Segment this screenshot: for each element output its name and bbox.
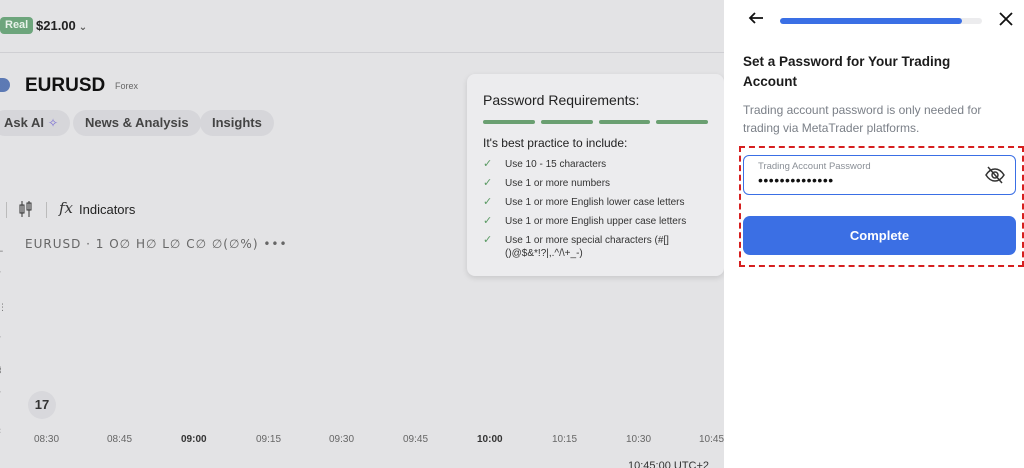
time-axis: 08:30 08:45 09:00 09:15 09:30 09:45 10:0… <box>0 428 724 448</box>
instrument-symbol: EURUSD <box>25 75 106 96</box>
time-tick: 10:45 <box>699 434 724 445</box>
requirements-subtitle: It's best practice to include: <box>483 136 628 150</box>
toolbar-divider <box>6 202 7 218</box>
ask-ai-label: Ask AI <box>4 115 44 130</box>
password-field[interactable]: Trading Account Password •••••••••••••• <box>743 155 1016 195</box>
insights-button[interactable]: Insights <box>200 110 274 136</box>
toolbar-divider <box>46 202 47 218</box>
requirements-list: ✓ Use 10 - 15 characters ✓ Use 1 or more n… <box>483 158 708 260</box>
requirements-title: Password Requirements: <box>483 92 640 108</box>
strength-bar <box>540 120 593 124</box>
chevron-down-icon: ⌄ <box>78 22 88 33</box>
utc-clock[interactable]: 10:45:00 UTC+2 <box>628 460 709 468</box>
check-icon: ✓ <box>483 158 493 170</box>
list-item: ✓ Use 10 - 15 characters <box>483 158 708 171</box>
list-item: ✓ Use 1 or more special characters (#[]()… <box>483 234 708 260</box>
time-tick: 08:45 <box>107 434 133 445</box>
account-balance[interactable]: $21.00 ⌄ <box>36 17 87 36</box>
trading-area: Real $21.00 ⌄ EURUSD Forex Ask AI ✧ News &… <box>0 0 724 468</box>
list-item: ✓ Use 1 or more English lower case letter… <box>483 196 708 209</box>
list-item: ✓ Use 1 or more English upper case letter… <box>483 215 708 228</box>
step-progress-bar <box>780 18 982 24</box>
ask-ai-button[interactable]: Ask AI ✧ <box>0 110 71 136</box>
indicators-button[interactable]: Indicators <box>79 202 135 217</box>
time-tick: 10:30 <box>626 434 652 445</box>
time-tick: 10:00 <box>477 434 503 445</box>
password-input[interactable]: •••••••••••••• <box>758 172 834 188</box>
close-icon[interactable] <box>999 10 1013 31</box>
check-icon: ✓ <box>483 234 493 246</box>
time-tick: 08:30 <box>34 434 60 445</box>
time-tick: 09:30 <box>329 434 355 445</box>
balance-value: $21.00 <box>36 18 76 33</box>
complete-button[interactable]: Complete <box>743 216 1016 255</box>
check-icon: ✓ <box>483 196 493 208</box>
candlestick-icon[interactable] <box>19 200 33 221</box>
page-description: Trading account password is only needed … <box>743 103 982 135</box>
time-tick: 09:45 <box>403 434 429 445</box>
news-analysis-button[interactable]: News & Analysis <box>73 110 201 136</box>
strength-bar <box>656 120 708 124</box>
requirement-text: Use 1 or more special characters (#[]()@… <box>505 235 669 259</box>
account-type-badge[interactable]: Real <box>0 17 34 34</box>
chart-toolbar: fx Indicators <box>0 198 400 222</box>
requirement-text: Use 1 or more numbers <box>505 178 611 189</box>
progress-fill <box>780 18 962 24</box>
requirement-text: Use 1 or more English lower case letters <box>505 197 685 208</box>
requirement-text: Use 10 - 15 characters <box>505 159 607 170</box>
back-arrow-icon[interactable] <box>748 10 764 31</box>
crosshair-icon[interactable]: ⌐ <box>0 246 3 256</box>
sparkle-icon: ✧ <box>47 116 59 130</box>
requirement-text: Use 1 or more English upper case letters <box>505 216 687 227</box>
eye-slash-icon[interactable] <box>985 166 1005 184</box>
strength-meter <box>483 120 708 124</box>
time-tick: 09:15 <box>256 434 282 445</box>
ohlc-legend: EURUSD · 1 O∅ H∅ L∅ C∅ ∅(∅%) ••• <box>25 237 288 251</box>
tradingview-logo: 17 <box>28 391 56 419</box>
account-bar: Real $21.00 ⌄ <box>0 0 724 53</box>
currency-flag-icon <box>0 78 10 92</box>
set-password-panel: Set a Password for Your Trading Account … <box>724 0 1024 468</box>
time-tick: 10:15 <box>552 434 578 445</box>
fib-icon[interactable]: ⋮ <box>0 302 7 313</box>
measure-icon[interactable]: ⌇ <box>0 365 2 376</box>
instrument-type: Forex <box>115 81 139 91</box>
check-icon: ✓ <box>483 177 493 189</box>
password-requirements-tooltip: Password Requirements: It's best practic… <box>467 74 724 276</box>
indicators-icon[interactable]: fx <box>59 199 73 217</box>
strength-bar <box>483 120 535 124</box>
check-icon: ✓ <box>483 215 493 227</box>
password-field-label: Trading Account Password <box>758 161 871 172</box>
time-tick: 09:00 <box>181 434 207 445</box>
strength-bar <box>598 120 651 124</box>
page-title: Set a Password for Your Trading Account <box>743 54 951 89</box>
list-item: ✓ Use 1 or more numbers <box>483 177 708 190</box>
